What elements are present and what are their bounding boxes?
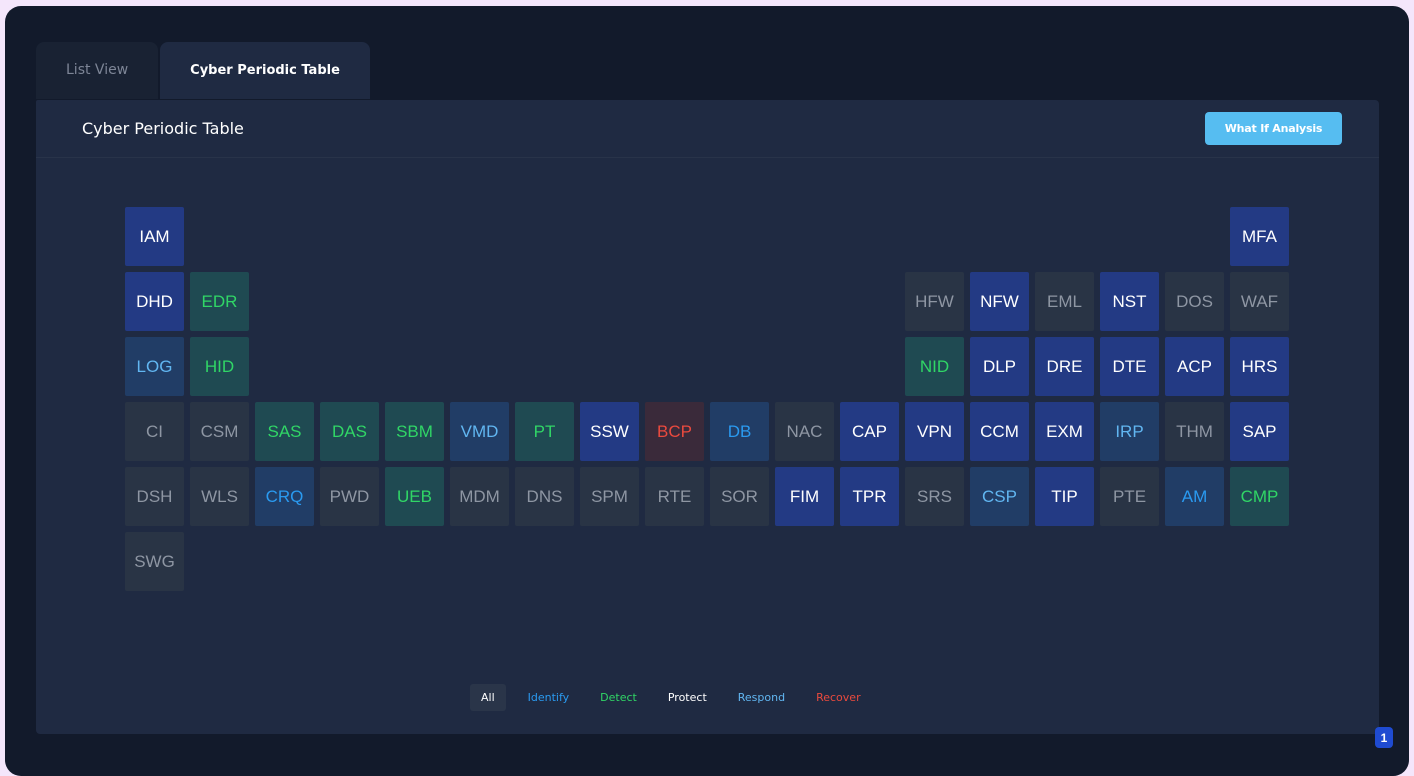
page-title: Cyber Periodic Table <box>82 119 244 138</box>
element-hrs[interactable]: HRS <box>1230 337 1289 396</box>
element-iam[interactable]: IAM <box>125 207 184 266</box>
element-dte[interactable]: DTE <box>1100 337 1159 396</box>
filter-respond[interactable]: Respond <box>729 684 794 711</box>
element-csp[interactable]: CSP <box>970 467 1029 526</box>
element-pt[interactable]: PT <box>515 402 574 461</box>
element-ssw[interactable]: SSW <box>580 402 639 461</box>
filter-all[interactable]: All <box>470 684 506 711</box>
element-vmd[interactable]: VMD <box>450 402 509 461</box>
element-nid[interactable]: NID <box>905 337 964 396</box>
element-log[interactable]: LOG <box>125 337 184 396</box>
notification-badge[interactable]: 1 <box>1375 727 1393 748</box>
element-pwd[interactable]: PWD <box>320 467 379 526</box>
element-dhd[interactable]: DHD <box>125 272 184 331</box>
element-irp[interactable]: IRP <box>1100 402 1159 461</box>
element-fim[interactable]: FIM <box>775 467 834 526</box>
element-hfw[interactable]: HFW <box>905 272 964 331</box>
element-rte[interactable]: RTE <box>645 467 704 526</box>
element-mfa[interactable]: MFA <box>1230 207 1289 266</box>
tab-cyber-periodic-table[interactable]: Cyber Periodic Table <box>160 42 370 99</box>
panel-header: Cyber Periodic Table What If Analysis <box>36 100 1379 158</box>
filter-detect[interactable]: Detect <box>591 684 646 711</box>
element-cap[interactable]: CAP <box>840 402 899 461</box>
periodic-table-grid: IAM MFA DHD EDR HFW NFW EML NST DOS WAF LOG HID NID D… <box>125 207 1295 597</box>
element-ci[interactable]: CI <box>125 402 184 461</box>
element-ccm[interactable]: CCM <box>970 402 1029 461</box>
element-bcp[interactable]: BCP <box>645 402 704 461</box>
element-tip[interactable]: TIP <box>1035 467 1094 526</box>
filter-recover[interactable]: Recover <box>807 684 870 711</box>
element-cmp[interactable]: CMP <box>1230 467 1289 526</box>
element-dsh[interactable]: DSH <box>125 467 184 526</box>
element-exm[interactable]: EXM <box>1035 402 1094 461</box>
element-swg[interactable]: SWG <box>125 532 184 591</box>
element-db[interactable]: DB <box>710 402 769 461</box>
element-vpn[interactable]: VPN <box>905 402 964 461</box>
what-if-analysis-button[interactable]: What If Analysis <box>1205 112 1342 145</box>
element-crq[interactable]: CRQ <box>255 467 314 526</box>
element-spm[interactable]: SPM <box>580 467 639 526</box>
element-sap[interactable]: SAP <box>1230 402 1289 461</box>
element-srs[interactable]: SRS <box>905 467 964 526</box>
element-pte[interactable]: PTE <box>1100 467 1159 526</box>
element-dns[interactable]: DNS <box>515 467 574 526</box>
element-am[interactable]: AM <box>1165 467 1224 526</box>
periodic-table-panel: Cyber Periodic Table What If Analysis IA… <box>36 100 1379 734</box>
category-filter: All Identify Detect Protect Respond Recover <box>470 684 883 711</box>
element-nac[interactable]: NAC <box>775 402 834 461</box>
filter-protect[interactable]: Protect <box>659 684 716 711</box>
element-mdm[interactable]: MDM <box>450 467 509 526</box>
element-dlp[interactable]: DLP <box>970 337 1029 396</box>
app-window: List View Cyber Periodic Table Cyber Per… <box>5 6 1409 776</box>
element-das[interactable]: DAS <box>320 402 379 461</box>
element-hid[interactable]: HID <box>190 337 249 396</box>
element-waf[interactable]: WAF <box>1230 272 1289 331</box>
element-thm[interactable]: THM <box>1165 402 1224 461</box>
element-sbm[interactable]: SBM <box>385 402 444 461</box>
element-dre[interactable]: DRE <box>1035 337 1094 396</box>
tab-list-view[interactable]: List View <box>36 42 159 99</box>
element-nst[interactable]: NST <box>1100 272 1159 331</box>
element-wls[interactable]: WLS <box>190 467 249 526</box>
element-ueb[interactable]: UEB <box>385 467 444 526</box>
filter-identify[interactable]: Identify <box>519 684 579 711</box>
element-eml[interactable]: EML <box>1035 272 1094 331</box>
element-sor[interactable]: SOR <box>710 467 769 526</box>
element-acp[interactable]: ACP <box>1165 337 1224 396</box>
view-tabs: List View Cyber Periodic Table <box>36 42 372 99</box>
element-tpr[interactable]: TPR <box>840 467 899 526</box>
element-csm[interactable]: CSM <box>190 402 249 461</box>
element-dos[interactable]: DOS <box>1165 272 1224 331</box>
element-sas[interactable]: SAS <box>255 402 314 461</box>
element-edr[interactable]: EDR <box>190 272 249 331</box>
element-nfw[interactable]: NFW <box>970 272 1029 331</box>
